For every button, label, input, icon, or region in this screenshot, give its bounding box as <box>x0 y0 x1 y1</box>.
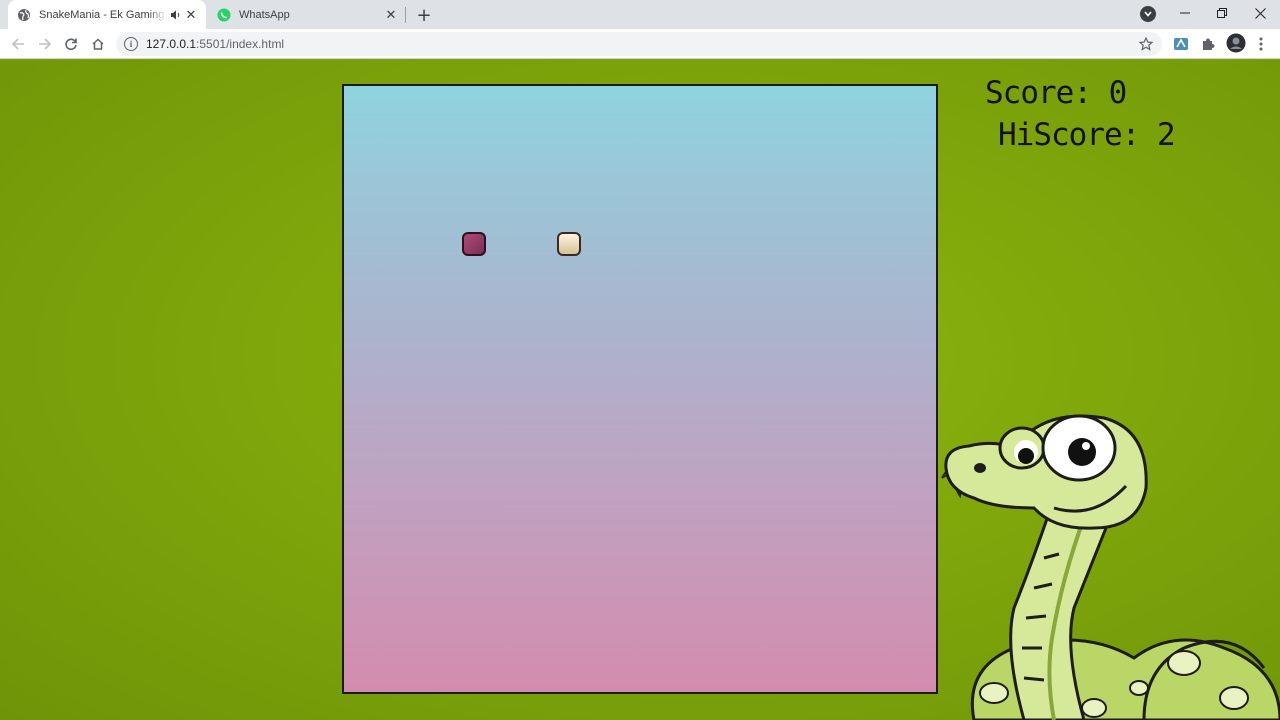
tab-title: SnakeMania - Ek Gaming Katha <box>39 8 167 21</box>
hiscore-display: HiScore: 2 <box>998 117 1176 153</box>
food-cell <box>462 232 486 256</box>
tab-snakemania[interactable]: SnakeMania - Ek Gaming Katha ✕ <box>8 0 206 29</box>
tab-whatsapp[interactable]: WhatsApp ✕ <box>208 0 406 29</box>
game-page: Score: 0 HiScore: 2 <box>0 60 1280 720</box>
menu-dots-icon[interactable] <box>1252 35 1270 53</box>
game-board[interactable] <box>342 84 938 694</box>
tab-title: WhatsApp <box>239 8 290 21</box>
new-tab-button[interactable]: + <box>414 5 434 26</box>
tab-strip: SnakeMania - Ek Gaming Katha ✕ WhatsApp … <box>0 0 1280 29</box>
speaker-icon[interactable] <box>170 9 184 21</box>
tab-separator <box>405 7 406 23</box>
reload-icon[interactable] <box>60 33 82 55</box>
whatsapp-icon <box>217 8 231 22</box>
url-host: 127.0.0.1 <box>146 37 197 51</box>
close-window-icon[interactable] <box>1241 0 1279 26</box>
site-info-icon[interactable]: i <box>124 37 138 51</box>
browser-toolbar: i 127.0.0.1:5501/index.html <box>0 29 1280 59</box>
close-tab-icon[interactable]: ✕ <box>384 7 398 22</box>
puzzle-icon[interactable] <box>1199 35 1217 53</box>
restore-icon[interactable] <box>1203 0 1241 26</box>
score-display: Score: 0 <box>985 75 1127 111</box>
bookmark-star-icon[interactable] <box>1138 36 1154 52</box>
forward-arrow-icon[interactable] <box>34 33 56 55</box>
snake-head-cell <box>557 232 581 256</box>
url-path: :5501/index.html <box>196 37 285 51</box>
snake-mascot-illustration <box>941 414 1280 720</box>
address-bar[interactable]: i 127.0.0.1:5501/index.html <box>116 32 1162 56</box>
home-icon[interactable] <box>87 33 109 55</box>
minimize-icon[interactable] <box>1166 0 1204 26</box>
url-text: 127.0.0.1:5501/index.html <box>146 37 284 51</box>
back-arrow-icon[interactable] <box>7 33 29 55</box>
globe-icon <box>17 8 31 22</box>
tab-search-icon[interactable] <box>1140 6 1156 22</box>
extension-icon[interactable] <box>1172 35 1190 53</box>
close-tab-icon[interactable]: ✕ <box>184 7 198 22</box>
profile-avatar-icon[interactable] <box>1226 33 1246 53</box>
